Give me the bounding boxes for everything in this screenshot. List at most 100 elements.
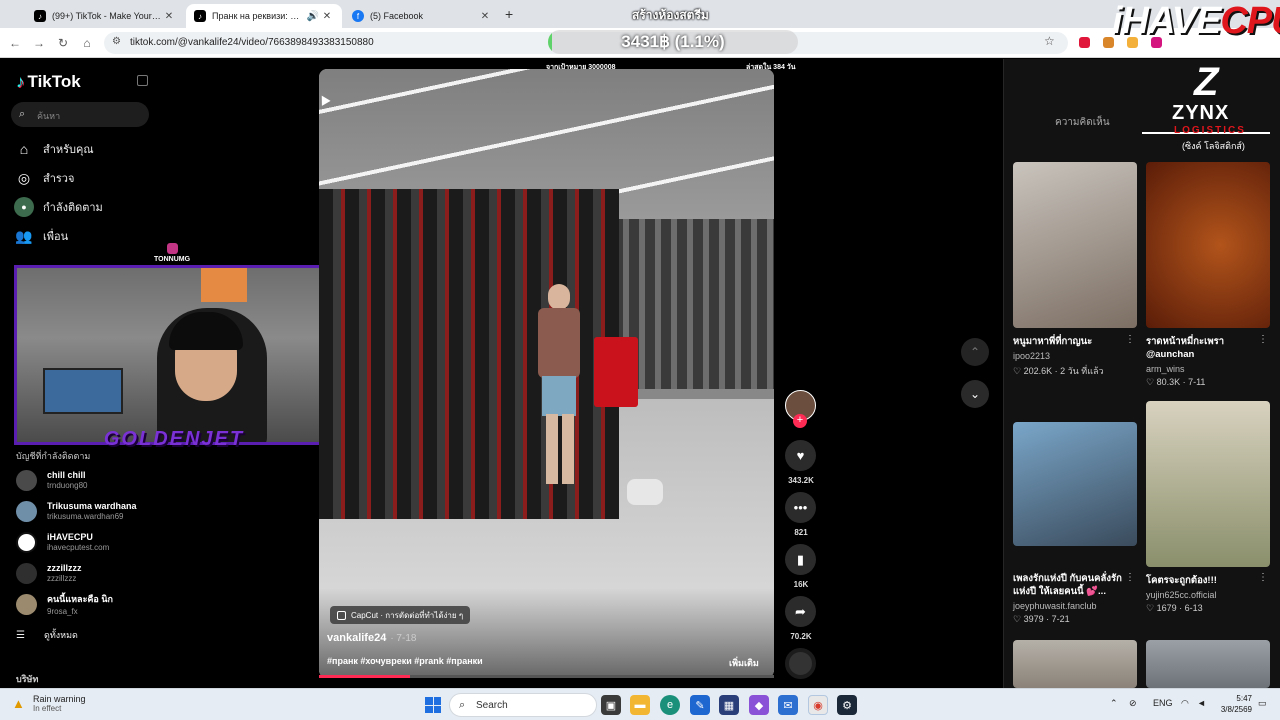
mute-tab-icon[interactable]: 🔊 [306, 11, 320, 22]
wifi-icon[interactable]: ◠ [1181, 698, 1189, 709]
webcam-name: GOLDENJET [103, 428, 245, 450]
video-progress-fill [319, 675, 410, 678]
start-button[interactable] [425, 697, 441, 713]
company-link[interactable]: บริษัท [16, 672, 38, 686]
video-thumbnail[interactable] [1013, 422, 1137, 546]
home-icon[interactable]: ⌂ [78, 34, 96, 52]
following-account[interactable]: chill chill trnduong80 [16, 467, 87, 493]
compass-icon: ◎ [17, 169, 31, 186]
video-thumbnail[interactable] [1146, 401, 1270, 567]
close-tab-icon[interactable]: ✕ [320, 11, 334, 22]
music-disc-icon[interactable] [785, 648, 816, 679]
see-more-link[interactable]: เพิ่มเติม [729, 656, 759, 670]
facebook-favicon-icon: f [352, 10, 364, 22]
video-thumbnail[interactable] [1146, 640, 1270, 688]
network-icon[interactable]: ⊘ [1129, 698, 1137, 709]
avatar [16, 562, 37, 584]
stream-room-title: สร้างห้องสตรีม [632, 8, 709, 22]
taskbar-search[interactable]: ⌕ Search [449, 693, 597, 717]
related-video-card[interactable]: เพลงรักแห่งปี กับคนคลั่งรัก แห่งปี ให้เล… [1013, 422, 1137, 625]
capcut-badge[interactable]: CapCut · การตัดต่อที่ทำได้ง่าย ๆ [330, 606, 471, 624]
site-info-icon[interactable]: ⚙ [112, 36, 121, 47]
tab-prank-video[interactable]: ♪ Пранк на реквизи: шутка с 🔊 ✕ [186, 4, 342, 28]
see-all-following[interactable]: ☰ ดูทั้งหมด [16, 624, 78, 646]
store-icon[interactable]: ▦ [719, 695, 739, 715]
copilot-icon[interactable]: ◆ [749, 695, 769, 715]
tab-tiktok-home[interactable]: ♪ (99+) TikTok - Make Your Day ✕ [26, 4, 184, 28]
more-options-icon[interactable]: ⋮ [1125, 572, 1135, 583]
extension-icon[interactable] [1079, 37, 1090, 48]
comment-button[interactable]: ••• [785, 492, 816, 523]
search-placeholder: ค้นหา [37, 111, 61, 121]
video-hashtags[interactable]: #пранк #хочувреки #prank #пранки [327, 656, 483, 666]
tray-overflow-icon[interactable]: ⌃ [1110, 698, 1118, 709]
more-options-icon[interactable]: ⋮ [1258, 334, 1268, 345]
list-icon: ☰ [16, 629, 25, 641]
share-count: 70.2K [790, 632, 812, 641]
comment-icon: ••• [793, 500, 808, 515]
tiktok-logo[interactable]: ♪ TikTok [16, 72, 81, 92]
video-thumbnail[interactable] [1013, 640, 1137, 688]
more-options-icon[interactable]: ⋮ [1258, 572, 1268, 583]
chevron-up-icon: ⌃ [969, 345, 981, 359]
screen: ♪ (99+) TikTok - Make Your Day ✕ ♪ Пранк… [0, 0, 1280, 720]
ihavecpu-logo: iHAVECPU [1112, 0, 1280, 42]
related-video-card[interactable]: โคตรจะถูกต้อง!!! ⋮ yujin625cc.official ♡… [1146, 401, 1270, 614]
url-text[interactable]: tiktok.com/@vankalife24/video/7663898493… [130, 37, 374, 48]
related-video-card[interactable]: ราดหน้าหมี่กะเพรา @aunchan ⋮ arm_wins ♡ … [1146, 162, 1270, 388]
following-account[interactable]: iHAVECPU ihavecputest.com [16, 529, 109, 555]
related-video-card[interactable] [1146, 640, 1270, 688]
video-progress-bar[interactable] [319, 675, 774, 678]
avatar [16, 469, 37, 491]
like-button[interactable]: ♥ [785, 440, 816, 471]
next-video-button[interactable]: ⌄ [961, 380, 989, 408]
search-input[interactable]: ⌕ ค้นหา [11, 102, 149, 127]
windows-taskbar: ▲ Rain warning In effect ⌕ Search ▣ ▬ e ✎… [0, 688, 1280, 720]
save-button[interactable]: ▮ [785, 544, 816, 575]
tab-facebook[interactable]: f (5) Facebook ✕ [344, 4, 500, 28]
previous-video-button[interactable]: ⌃ [961, 338, 989, 366]
following-icon: ● [14, 197, 34, 217]
steam-icon[interactable]: ⚙ [837, 695, 857, 715]
reload-icon[interactable]: ↻ [54, 34, 72, 52]
system-clock[interactable]: 5:47 3/8/2569 [1220, 693, 1252, 715]
tab-comments[interactable]: ความคิดเห็น [1055, 115, 1110, 130]
volume-icon[interactable]: ◄ [1197, 698, 1206, 708]
more-options-icon[interactable]: ⋮ [1125, 334, 1135, 345]
following-account[interactable]: คนนี้แหละคือ นิก 9rosa_fx [16, 591, 113, 617]
video-thumbnail[interactable] [1013, 162, 1137, 328]
notification-icon[interactable]: ▭ [1258, 698, 1267, 709]
nav-for-you[interactable]: ⌂ สำหรับคุณ [14, 138, 94, 160]
editor-icon[interactable]: ✎ [690, 695, 710, 715]
donation-goal-text: 3431฿ (1.1%) [621, 32, 725, 51]
related-video-card[interactable]: หนูมาหาพี่ที่กาญนะ ⋮ ipoo2213 ♡ 202.6K ·… [1013, 162, 1137, 378]
video-author[interactable]: vankalife24 · 7-18 [327, 632, 416, 644]
nav-explore[interactable]: ◎ สำรวจ [14, 167, 75, 189]
task-view-icon[interactable]: ▣ [601, 695, 621, 715]
edge-icon[interactable]: e [660, 695, 680, 715]
collapse-sidebar-icon[interactable] [137, 75, 148, 86]
back-icon[interactable]: ← [6, 34, 24, 52]
following-account[interactable]: zzzillzzz zzzillzzz [16, 560, 82, 586]
outlook-icon[interactable]: ✉ [778, 695, 798, 715]
zynx-logistics-logo: Z ZYNX LOGISTICS (ซิงค์ โลจิสติกส์) [1172, 60, 1246, 151]
chrome-icon[interactable]: ◉ [808, 695, 828, 715]
weather-widget[interactable]: ▲ Rain warning In effect [12, 694, 86, 713]
language-indicator[interactable]: ENG [1153, 698, 1173, 708]
nav-following[interactable]: ● กำลังติดตาม [14, 196, 103, 218]
file-explorer-icon[interactable]: ▬ [630, 695, 650, 715]
video-thumbnail[interactable] [1146, 162, 1270, 328]
video-player[interactable] [319, 69, 774, 678]
related-video-card[interactable] [1013, 640, 1137, 688]
bookmark-icon: ▮ [796, 551, 805, 567]
instagram-icon [167, 243, 178, 254]
share-button[interactable]: ➦ [785, 596, 816, 627]
nav-friends[interactable]: 👥 เพื่อน [14, 225, 68, 247]
new-tab-icon[interactable]: + [505, 6, 513, 22]
following-account[interactable]: Trikusuma wardhana trikusuma.wardhan69 [16, 498, 137, 524]
bookmark-star-icon[interactable]: ☆ [1044, 34, 1055, 48]
close-tab-icon[interactable]: ✕ [478, 11, 492, 22]
forward-icon[interactable]: → [30, 34, 48, 52]
follow-plus-icon[interactable]: + [793, 414, 807, 428]
close-tab-icon[interactable]: ✕ [162, 11, 176, 22]
